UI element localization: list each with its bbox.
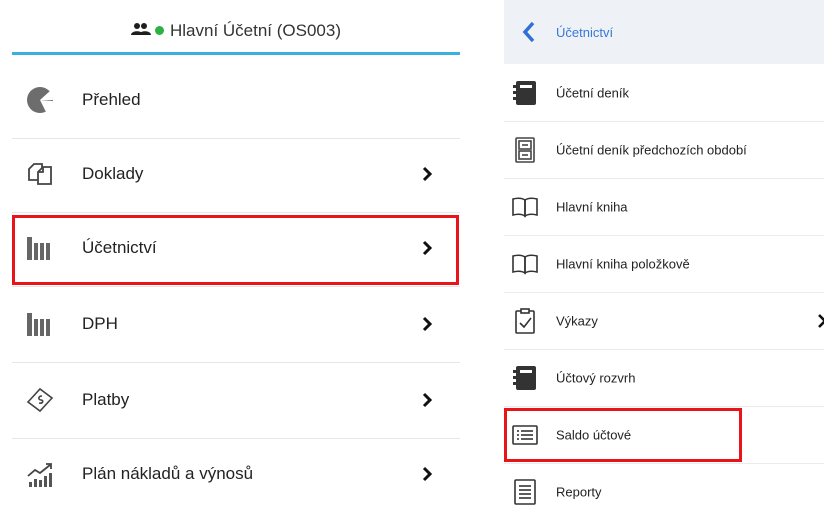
chevron-right-icon [422, 392, 433, 408]
nav-item-plan-nakladu[interactable]: Plán nákladů a výnosů [12, 436, 460, 512]
nav-item-platby[interactable]: Platby [12, 362, 460, 439]
submenu-item-hlavni-kniha[interactable]: Hlavní kniha [504, 178, 824, 236]
clipboard-check-icon [512, 307, 538, 334]
main-navigation-panel: Hlavní Účetní (OS003) Přehled Doklady Úč… [0, 0, 472, 519]
highlight-box [12, 215, 459, 285]
submenu-label: Účetní deník [556, 85, 629, 100]
back-arrow-icon[interactable] [522, 21, 536, 43]
banknote-icon [26, 386, 54, 414]
submenu-item-reporty[interactable]: Reporty [504, 463, 824, 519]
submenu-label: Reporty [556, 484, 602, 499]
nav-label: DPH [82, 314, 118, 333]
highlight-box [504, 408, 742, 462]
submenu-item-ucetni-denik-predchozich[interactable]: Účetní deník předchozích období [504, 121, 824, 179]
documents-icon [26, 160, 54, 188]
books-icon [26, 310, 54, 338]
archive-cabinet-icon [512, 136, 538, 163]
chevron-right-icon [818, 313, 824, 328]
nav-label: Doklady [82, 164, 144, 183]
chevron-right-icon [422, 166, 433, 182]
submenu-label: Hlavní kniha [556, 199, 628, 214]
submenu-item-hlavni-kniha-polozkove[interactable]: Hlavní kniha položkově [504, 235, 824, 293]
nav-item-doklady[interactable]: Doklady [12, 136, 460, 213]
submenu-label: Účetní deník předchozích období [556, 142, 747, 157]
users-icon [130, 21, 151, 41]
user-role-title: Hlavní Účetní (OS003) [169, 20, 341, 40]
online-status-dot [154, 26, 164, 35]
user-header[interactable]: Hlavní Účetní (OS003) [12, 9, 460, 55]
submenu-item-vykazy[interactable]: Výkazy [504, 292, 824, 350]
submenu-header[interactable]: Účetnictví [504, 0, 824, 64]
open-book-icon [512, 251, 538, 277]
open-book-icon [512, 194, 538, 220]
chevron-right-icon [422, 316, 433, 332]
nav-label: Platby [82, 390, 130, 409]
growth-chart-icon [26, 460, 54, 488]
nav-label: Přehled [82, 90, 141, 109]
submenu-label: Výkazy [556, 313, 598, 328]
nav-item-prehled[interactable]: Přehled [12, 62, 460, 139]
submenu-item-uctovy-rozvrh[interactable]: Účtový rozvrh [504, 349, 824, 407]
report-list-icon [512, 478, 538, 505]
notebook-icon [512, 365, 538, 391]
nav-label: Plán nákladů a výnosů [82, 464, 254, 483]
notebook-icon [512, 80, 538, 106]
submenu-title: Účetnictví [556, 24, 614, 40]
submenu-label: Hlavní kniha položkově [556, 256, 690, 271]
submenu-panel: Účetnictví Účetní deník Účetní deník pře… [492, 0, 824, 519]
submenu-item-ucetni-denik[interactable]: Účetní deník [504, 64, 824, 122]
chevron-right-icon [422, 466, 433, 482]
submenu-label: Účtový rozvrh [556, 370, 636, 385]
nav-item-dph[interactable]: DPH [12, 286, 460, 363]
pie-chart-icon [26, 86, 54, 114]
